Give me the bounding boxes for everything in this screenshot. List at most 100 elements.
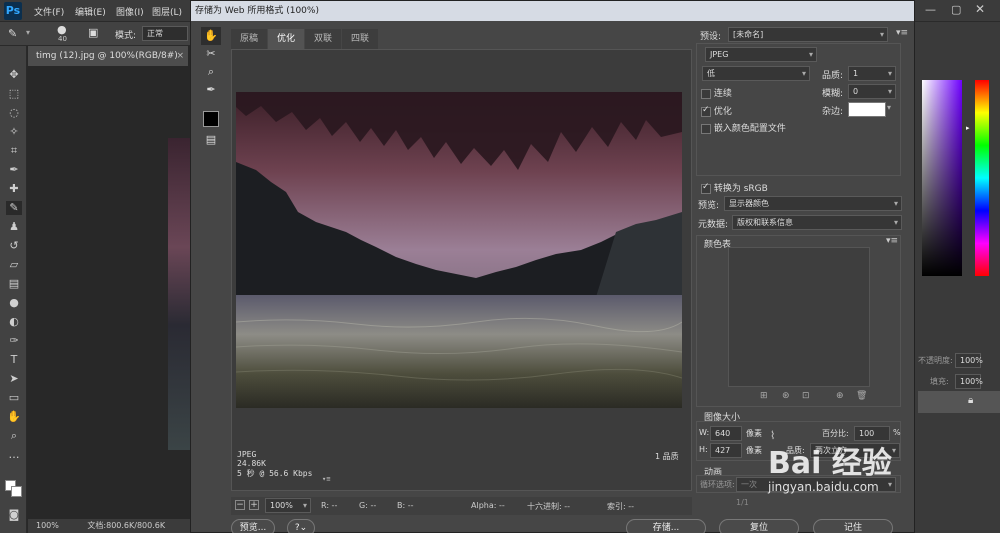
preview-image[interactable] <box>236 92 682 408</box>
fill-field[interactable]: 100% <box>955 374 983 389</box>
tab-optimized[interactable]: 优化 <box>268 29 305 49</box>
color-picker-field[interactable] <box>922 80 962 276</box>
blur-field[interactable]: 0 ▾ <box>848 84 896 99</box>
brush-panel-icon[interactable]: ▣ <box>88 26 98 39</box>
shape-tool-icon[interactable]: ▭ <box>6 391 22 405</box>
eyedropper-tool-icon[interactable]: ✒ <box>6 163 22 177</box>
lasso-tool-icon[interactable]: ◌ <box>6 106 22 120</box>
quality-label: 品质: <box>822 71 844 81</box>
delete-color-icon[interactable]: 🗑︎ <box>856 391 867 401</box>
map-color-icon[interactable]: ⊞ <box>760 391 768 401</box>
layer-row[interactable]: 🔒︎ <box>918 391 1000 413</box>
type-tool-icon[interactable]: T <box>6 353 22 367</box>
slice-select-icon[interactable]: ✂ <box>201 45 221 63</box>
menu-image[interactable]: 图像(I) <box>116 5 144 18</box>
new-color-icon[interactable]: ⊕ <box>836 391 844 401</box>
preview-format: JPEG <box>237 450 257 459</box>
color-table-grid[interactable] <box>728 247 870 387</box>
restore-icon[interactable]: ▢ <box>951 3 961 16</box>
tools-panel: ✥ ⬚ ◌ ✧ ⌗ ✒ ✚ ✎ ♟ ↺ ▱ ▤ ● ◐ ✑ T ➤ ▭ ✋ ⌕ … <box>0 46 27 533</box>
preview-file-size: 24.86K <box>237 459 266 468</box>
pen-tool-icon[interactable]: ✑ <box>6 334 22 348</box>
more-tools-icon[interactable]: … <box>6 448 22 462</box>
minimize-icon[interactable]: — <box>925 3 936 16</box>
crop-tool-icon[interactable]: ⌗ <box>6 144 22 158</box>
close-icon[interactable]: ✕ <box>975 2 985 16</box>
gradient-tool-icon[interactable]: ▤ <box>6 277 22 291</box>
save-button[interactable]: 存储... <box>626 519 706 533</box>
healing-tool-icon[interactable]: ✚ <box>6 182 22 196</box>
chevron-down-icon[interactable]: ▾ <box>26 28 30 37</box>
tab-2-up[interactable]: 双联 <box>305 29 342 49</box>
preview-mode-select[interactable]: 显示器颜色 ▾ <box>724 196 902 211</box>
speed-menu-icon[interactable]: ▾≡ <box>322 475 330 483</box>
metadata-select-value: 版权和联系信息 <box>737 218 793 227</box>
preset-menu-icon[interactable]: ▾≡ <box>896 28 908 38</box>
zoom-out-icon[interactable]: − <box>235 500 245 510</box>
toggle-slices-icon[interactable]: ▤ <box>201 131 221 149</box>
optimized-checkbox-row[interactable]: 优化 <box>701 104 732 117</box>
quick-select-tool-icon[interactable]: ✧ <box>6 125 22 139</box>
preset-select[interactable]: [未命名] ▾ <box>728 27 888 42</box>
photoshop-logo: Ps <box>4 2 22 20</box>
eraser-tool-icon[interactable]: ▱ <box>6 258 22 272</box>
mode-select[interactable]: 正常 <box>142 26 188 41</box>
zoom-tool-icon[interactable]: ⌕ <box>6 429 22 443</box>
quick-mask-icon[interactable]: ◙ <box>6 508 22 522</box>
quality-field[interactable]: 1 ▾ <box>848 66 896 81</box>
zoom-select[interactable]: 100% ▾ <box>265 498 311 513</box>
dodge-tool-icon[interactable]: ◐ <box>6 315 22 329</box>
color-table-menu-icon[interactable]: ▾≡ <box>886 236 898 246</box>
web-snap-icon[interactable]: ⊛ <box>782 391 790 401</box>
preview-button[interactable]: 预览... <box>231 519 275 533</box>
lock-color-icon[interactable]: ⊡ <box>802 391 810 401</box>
metadata-select[interactable]: 版权和联系信息 ▾ <box>732 215 902 230</box>
blur-tool-icon[interactable]: ● <box>6 296 22 310</box>
height-field[interactable]: 427 <box>710 443 742 458</box>
remember-button[interactable]: 记住 <box>813 519 893 533</box>
brush-icon[interactable]: ✎ <box>8 27 17 40</box>
zoom-tool-icon[interactable]: ⌕ <box>201 63 221 81</box>
quality-level-select[interactable]: 低 ▾ <box>702 66 810 81</box>
preview-info: JPEG 24.86K 5 秒 @ 56.6 Kbps 1 品质 ▾≡ <box>237 450 687 490</box>
path-select-icon[interactable]: ➤ <box>6 372 22 386</box>
stamp-tool-icon[interactable]: ♟ <box>6 220 22 234</box>
help-button[interactable]: ?⌄ <box>287 519 315 533</box>
embed-profile-row[interactable]: 嵌入颜色配置文件 <box>701 121 786 134</box>
move-tool-icon[interactable]: ✥ <box>6 68 22 82</box>
convert-srgb-checkbox[interactable] <box>701 182 711 194</box>
landscape-photo <box>236 92 682 408</box>
hue-slider[interactable] <box>975 80 989 276</box>
tab-4-up[interactable]: 四联 <box>342 29 379 49</box>
hue-pointer-icon: ▸ <box>966 124 970 132</box>
format-select-value: JPEG <box>710 50 729 59</box>
reset-button[interactable]: 复位 <box>719 519 799 533</box>
menu-file[interactable]: 文件(F) <box>34 5 64 18</box>
mode-label: 模式: <box>115 31 137 41</box>
close-tab-icon[interactable]: × <box>176 46 184 66</box>
optimized-label: 优化 <box>713 107 732 117</box>
embed-profile-checkbox[interactable] <box>701 123 711 134</box>
background-color-swatch[interactable] <box>11 486 22 497</box>
zoom-in-icon[interactable]: + <box>249 500 259 510</box>
menu-edit[interactable]: 编辑(E) <box>75 5 106 18</box>
width-field[interactable]: 640 <box>710 426 742 441</box>
marquee-tool-icon[interactable]: ⬚ <box>6 87 22 101</box>
hand-tool-icon[interactable]: ✋ <box>201 27 221 45</box>
tab-original[interactable]: 原稿 <box>231 29 268 49</box>
eyedropper-color-swatch[interactable] <box>203 111 219 127</box>
convert-srgb-row[interactable]: 转换为 sRGB <box>701 181 768 194</box>
chevron-down-icon[interactable]: ▾ <box>887 103 891 112</box>
history-brush-icon[interactable]: ↺ <box>6 239 22 253</box>
matte-color-swatch[interactable] <box>848 102 886 117</box>
document-tab[interactable]: timg (12).jpg @ 100%(RGB/8#) × <box>28 46 188 66</box>
menu-layer[interactable]: 图层(L) <box>152 5 182 18</box>
brush-tool-icon[interactable]: ✎ <box>6 201 22 215</box>
hand-tool-icon[interactable]: ✋ <box>6 410 22 424</box>
progressive-checkbox-row[interactable]: 连续 <box>701 86 732 99</box>
format-select[interactable]: JPEG ▾ <box>705 47 817 62</box>
eyedropper-icon[interactable]: ✒ <box>201 81 221 99</box>
optimized-checkbox[interactable] <box>701 105 711 117</box>
opacity-field[interactable]: 100% <box>955 353 983 368</box>
progressive-checkbox[interactable] <box>701 88 711 99</box>
